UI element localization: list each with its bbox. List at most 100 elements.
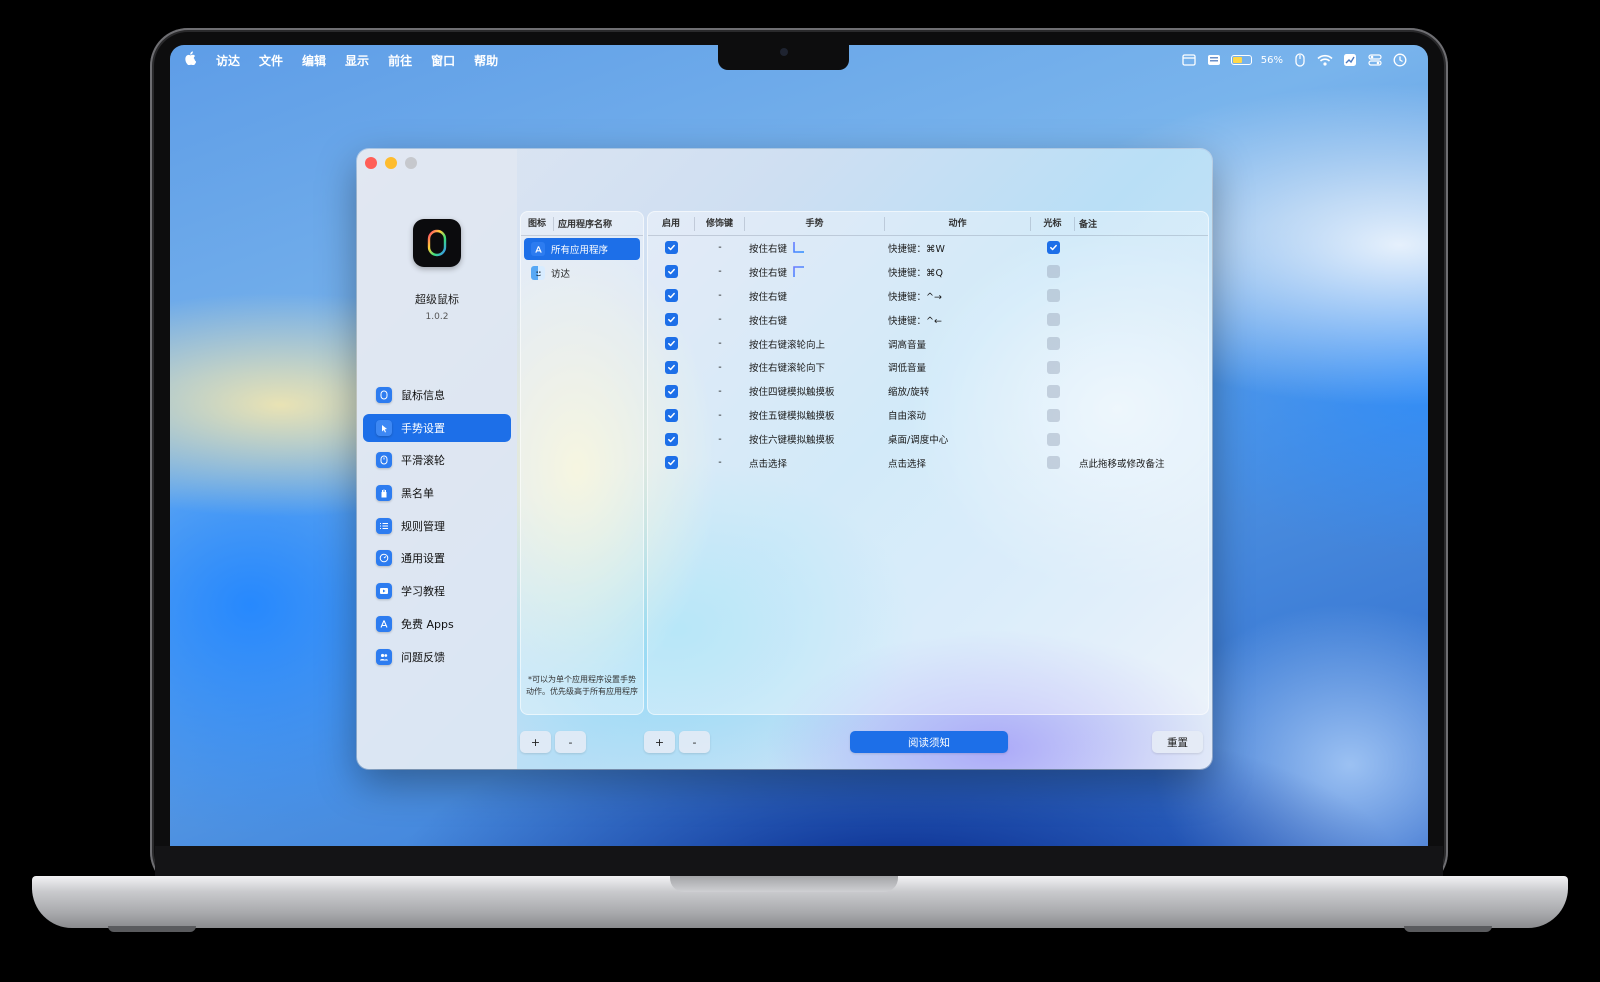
- enabled-cell: [648, 337, 695, 350]
- cursor-checkbox[interactable]: [1046, 265, 1060, 279]
- table-row[interactable]: - 按住六键模拟触摸板 桌面/调度中心: [648, 427, 1208, 451]
- action-cell[interactable]: 快捷键：^←: [885, 313, 1031, 327]
- enabled-checkbox[interactable]: [665, 313, 678, 327]
- sidebar-item-rule-management[interactable]: 规则管理: [363, 512, 511, 540]
- reset-button[interactable]: 重置: [1152, 731, 1203, 753]
- read-notice-button[interactable]: 阅读须知: [850, 731, 1008, 753]
- remove-app-button[interactable]: -: [555, 731, 586, 753]
- table-row[interactable]: - 按住右键 快捷键：⌘Q: [648, 260, 1208, 284]
- sidebar-item-label: 平滑滚轮: [401, 454, 445, 468]
- column-header-icon[interactable]: 图标: [521, 216, 554, 231]
- battery-percent: 56%: [1260, 54, 1283, 66]
- table-row[interactable]: - 按住五键模拟触摸板 自由滚动: [648, 403, 1208, 427]
- window-icon[interactable]: [1181, 53, 1197, 67]
- column-header-remark[interactable]: 备注: [1075, 217, 1097, 230]
- menu-view[interactable]: 显示: [345, 52, 369, 69]
- sidebar-item-mouse-info[interactable]: 鼠标信息: [363, 381, 511, 409]
- cursor-checkbox[interactable]: [1046, 241, 1060, 255]
- menu-app-name[interactable]: 访达: [216, 52, 240, 69]
- clock-icon[interactable]: [1392, 53, 1408, 67]
- close-button[interactable]: [365, 157, 377, 169]
- cursor-cell: [1031, 265, 1075, 279]
- column-header-gesture[interactable]: 手势: [745, 216, 885, 231]
- menu-go[interactable]: 前往: [388, 52, 412, 69]
- keyboard-icon[interactable]: [1206, 53, 1222, 67]
- column-header-action[interactable]: 动作: [885, 216, 1031, 231]
- action-cell[interactable]: 调低音量: [885, 360, 1031, 374]
- action-cell[interactable]: 快捷键：⌘W: [885, 241, 1031, 255]
- sidebar-item-free-apps[interactable]: 免费 Apps: [363, 610, 511, 638]
- sidebar-item-gesture-settings[interactable]: 手势设置: [363, 413, 511, 442]
- enabled-checkbox[interactable]: [665, 241, 678, 255]
- remark-cell[interactable]: 点此拖移或修改备注: [1075, 456, 1208, 470]
- cursor-checkbox[interactable]: [1046, 384, 1060, 398]
- action-cell[interactable]: 桌面/调度中心: [885, 432, 1031, 446]
- app-list-item-all[interactable]: 所有应用程序: [524, 238, 640, 260]
- add-rule-button[interactable]: +: [644, 731, 675, 753]
- sidebar-item-smooth-scroll[interactable]: 平滑滚轮: [363, 446, 511, 474]
- enabled-checkbox[interactable]: [665, 289, 678, 303]
- menu-file[interactable]: 文件: [259, 52, 283, 69]
- minimize-button[interactable]: [385, 157, 397, 169]
- enabled-checkbox[interactable]: [665, 384, 678, 398]
- gesture-label: 按住右键滚轮向下: [749, 363, 826, 375]
- table-row[interactable]: - 按住四键模拟触摸板 缩放/旋转: [648, 379, 1208, 403]
- sidebar-item-tutorials[interactable]: 学习教程: [363, 577, 511, 605]
- column-header-app-name[interactable]: 应用程序名称: [554, 217, 612, 230]
- enabled-checkbox[interactable]: [665, 408, 678, 422]
- gesture-path-icon: [793, 242, 805, 254]
- control-center-icon[interactable]: [1367, 53, 1383, 67]
- enabled-checkbox[interactable]: [665, 456, 678, 470]
- action-cell[interactable]: 快捷键：⌘Q: [885, 265, 1031, 279]
- app-list-item-finder[interactable]: 访达: [524, 262, 640, 284]
- cursor-checkbox[interactable]: [1046, 313, 1060, 327]
- table-row[interactable]: - 按住右键滚轮向上 调高音量: [648, 332, 1208, 356]
- menu-help[interactable]: 帮助: [474, 52, 498, 69]
- wifi-icon[interactable]: [1317, 53, 1333, 67]
- cursor-checkbox[interactable]: [1046, 432, 1060, 446]
- sidebar-item-general-settings[interactable]: 通用设置: [363, 544, 511, 572]
- column-header-cursor[interactable]: 光标: [1031, 216, 1075, 231]
- gesture-cell: 按住六键模拟触摸板: [745, 432, 885, 446]
- enabled-checkbox[interactable]: [665, 360, 678, 374]
- table-row[interactable]: - 按住右键 快捷键：^→: [648, 284, 1208, 308]
- stocks-icon[interactable]: [1342, 53, 1358, 67]
- menu-edit[interactable]: 编辑: [302, 52, 326, 69]
- sidebar-item-blacklist[interactable]: 黑名单: [363, 479, 511, 507]
- cursor-checkbox[interactable]: [1046, 337, 1060, 350]
- gesture-label: 按住右键: [749, 315, 788, 327]
- cursor-checkbox[interactable]: [1046, 360, 1060, 374]
- table-row[interactable]: - 按住右键滚轮向下 调低音量: [648, 355, 1208, 379]
- app-window: 超级鼠标 1.0.2 鼠标信息 手势设置 平滑滚轮 黑名单 规则管理 通用设置 …: [357, 149, 1212, 769]
- add-app-button[interactable]: +: [520, 731, 551, 753]
- column-header-modifier[interactable]: 修饰键: [695, 216, 745, 231]
- sidebar-item-label: 问题反馈: [401, 650, 445, 664]
- enabled-checkbox[interactable]: [665, 265, 678, 279]
- modifier-cell: -: [718, 433, 722, 445]
- column-header-enabled[interactable]: 启用: [648, 216, 695, 231]
- table-row[interactable]: - 按住右键 快捷键：⌘W: [648, 236, 1208, 260]
- scroll-wheel-icon: [376, 452, 392, 469]
- action-cell[interactable]: 缩放/旋转: [885, 384, 1031, 398]
- enabled-checkbox[interactable]: [665, 337, 678, 350]
- table-row[interactable]: - 按住右键 快捷键：^←: [648, 308, 1208, 332]
- remove-rule-button[interactable]: -: [679, 731, 710, 753]
- modifier-cell: -: [718, 290, 722, 302]
- cursor-checkbox[interactable]: [1046, 289, 1060, 303]
- mouse-icon[interactable]: [1292, 53, 1308, 67]
- action-cell[interactable]: 自由滚动: [885, 408, 1031, 422]
- sidebar-item-feedback[interactable]: 问题反馈: [363, 643, 511, 671]
- apple-menu-icon[interactable]: [184, 51, 202, 69]
- menu-window[interactable]: 窗口: [431, 52, 455, 69]
- battery-icon[interactable]: [1230, 55, 1252, 65]
- table-row[interactable]: - 点击选择 点击选择 点此拖移或修改备注: [648, 451, 1208, 475]
- action-cell[interactable]: 调高音量: [885, 337, 1031, 351]
- cursor-checkbox[interactable]: [1046, 456, 1060, 470]
- gauge-icon: [376, 550, 392, 567]
- enabled-checkbox[interactable]: [665, 432, 678, 446]
- cursor-checkbox[interactable]: [1046, 408, 1060, 422]
- cursor-cell: [1031, 456, 1075, 470]
- zoom-button[interactable]: [405, 157, 417, 169]
- action-cell[interactable]: 快捷键：^→: [885, 289, 1031, 303]
- action-cell[interactable]: 点击选择: [885, 456, 1031, 470]
